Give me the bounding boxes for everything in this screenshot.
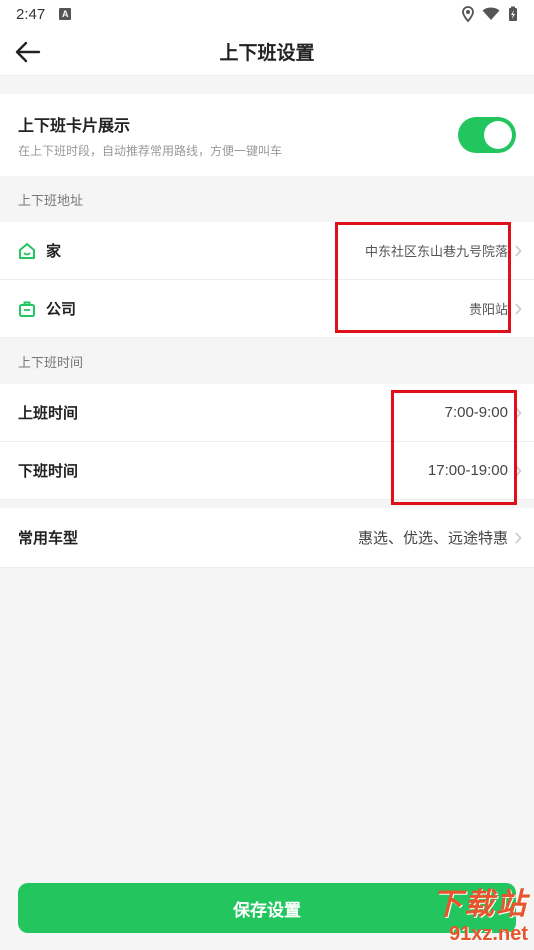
car-type-label: 常用车型 [18,530,79,547]
nav-bar: 上下班设置 [0,28,534,76]
work-start-label: 上班时间 [18,405,79,422]
chevron-right-icon [515,244,522,257]
chevron-right-icon [515,406,522,419]
card-display-row: 上下班卡片展示 在上下班时段，自动推荐常用路线，方便一键叫车 [0,94,534,176]
card-display-description: 在上下班时段，自动推荐常用路线，方便一键叫车 [18,143,283,158]
chevron-right-icon [515,464,522,477]
time-row-commute-home[interactable]: 下班时间 17:00-19:00 [0,442,534,500]
work-end-value: 17:00-19:00 [427,462,508,479]
status-time: 2:47 [16,5,46,23]
home-label: 家 [46,243,62,260]
chevron-right-icon [515,531,522,544]
address-row-company[interactable]: 公司 贵阳站 [0,280,534,338]
chevron-right-icon [515,302,522,315]
car-type-value: 惠选、优选、远途特惠 [357,530,508,547]
address-section-label: 上下班地址 [18,192,84,208]
work-start-value: 7:00-9:00 [444,404,508,421]
company-address-value: 贵阳站 [468,302,508,317]
time-section-label: 上下班时间 [18,354,84,370]
company-label: 公司 [46,301,77,318]
address-row-home[interactable]: 家 中东社区东山巷九号院落 [0,222,534,280]
briefcase-icon [19,301,35,317]
toggle-knob [484,121,512,149]
card-display-toggle[interactable] [458,117,516,153]
notification-a-icon: A [59,8,72,20]
watermark-url: 91xz.net [449,923,528,945]
card-display-title: 上下班卡片展示 [18,117,131,135]
watermark: 下载站 91xz.net [432,879,528,946]
time-row-commute-to-work[interactable]: 上班时间 7:00-9:00 [0,384,534,442]
back-arrow-icon[interactable] [14,40,42,64]
watermark-logo: 下载站 [432,888,528,921]
wifi-icon [482,7,500,20]
location-icon [462,6,474,22]
car-type-row[interactable]: 常用车型 惠选、优选、远途特惠 [0,508,534,568]
status-bar: 2:47 A [0,0,534,28]
home-address-value: 中东社区东山巷九号院落 [364,244,508,259]
battery-icon [509,6,517,21]
page-title: 上下班设置 [219,43,315,64]
work-end-label: 下班时间 [18,463,79,480]
home-icon [19,242,35,259]
